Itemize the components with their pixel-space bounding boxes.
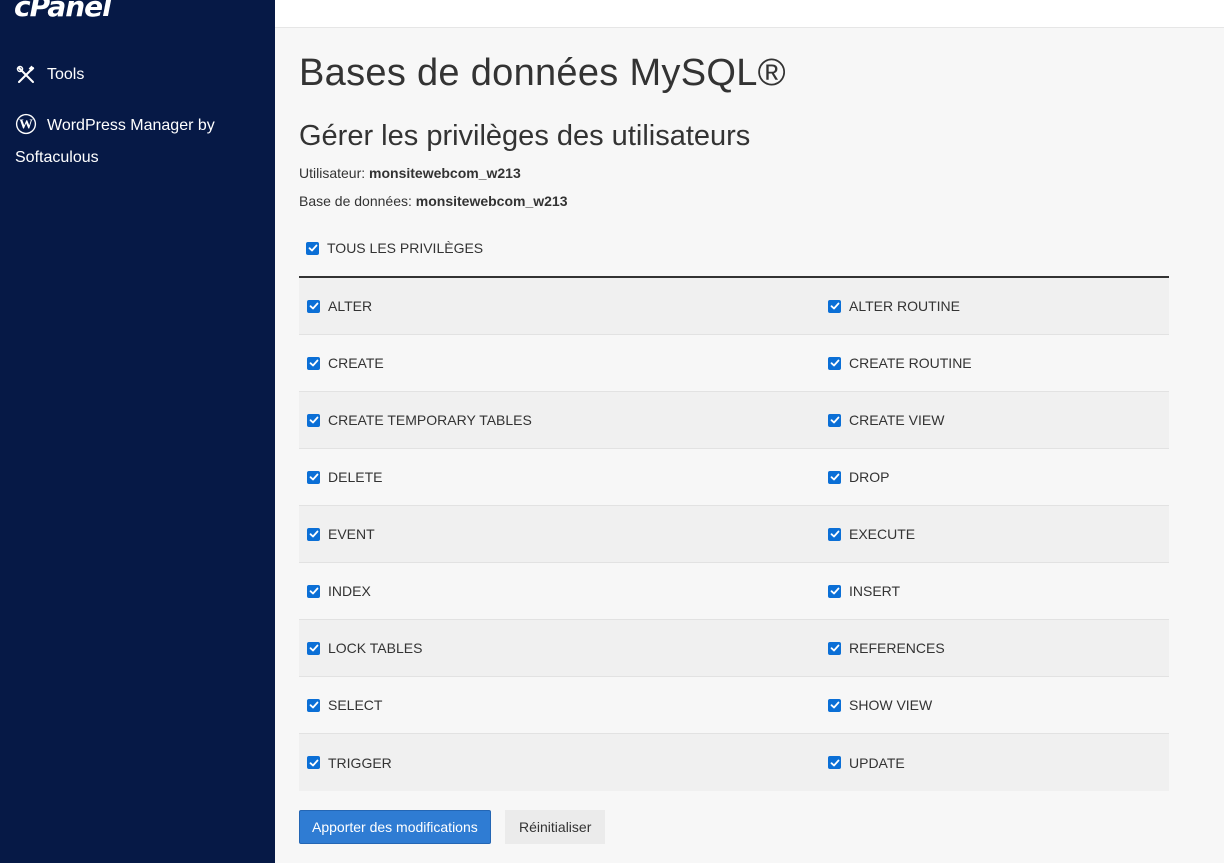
privilege-row: CREATE CREATE ROUTINE <box>299 335 1169 392</box>
privilege-checkbox[interactable]: DELETE <box>299 449 820 505</box>
privilege-row: LOCK TABLES REFERENCES <box>299 620 1169 677</box>
privilege-checkbox[interactable]: UPDATE <box>820 734 1169 791</box>
privilege-checkbox[interactable]: INSERT <box>820 563 1169 619</box>
checkbox-checked-icon[interactable] <box>306 241 319 255</box>
privilege-label: INDEX <box>328 583 371 599</box>
privilege-row: TRIGGER UPDATE <box>299 734 1169 791</box>
all-privileges-label: TOUS LES PRIVILÈGES <box>327 240 484 256</box>
top-bar <box>275 0 1224 28</box>
privilege-checkbox[interactable]: SHOW VIEW <box>820 677 1169 733</box>
user-value: monsitewebcom_w213 <box>369 165 521 181</box>
checkbox-checked-icon[interactable] <box>828 356 841 370</box>
sidebar-wp-text: WordPress Manager by Softaculous <box>15 117 215 166</box>
privilege-label: TRIGGER <box>328 754 392 771</box>
privilege-label: EVENT <box>328 526 375 542</box>
privilege-label: ALTER ROUTINE <box>849 298 960 314</box>
checkbox-checked-icon[interactable] <box>307 356 320 370</box>
sidebar-item-wordpress-manager[interactable]: W WordPress Manager by Softaculous <box>15 110 260 174</box>
privilege-label: REFERENCES <box>849 640 945 656</box>
privilege-checkbox[interactable]: CREATE TEMPORARY TABLES <box>299 392 820 448</box>
wordpress-icon: W <box>15 113 37 135</box>
checkbox-checked-icon[interactable] <box>828 299 841 313</box>
section-title: Gérer les privilèges des utilisateurs <box>299 120 751 152</box>
privilege-label: EXECUTE <box>849 526 916 542</box>
privilege-checkbox[interactable]: CREATE VIEW <box>820 392 1169 448</box>
database-info: Base de données: monsitewebcom_w213 <box>299 193 568 209</box>
privilege-checkbox[interactable]: SELECT <box>299 677 820 733</box>
privilege-checkbox[interactable]: CREATE ROUTINE <box>820 335 1169 391</box>
privilege-row: EVENT EXECUTE <box>299 506 1169 563</box>
reset-button[interactable]: Réinitialiser <box>505 810 606 844</box>
privilege-checkbox[interactable]: REFERENCES <box>820 620 1169 676</box>
privilege-label: DROP <box>849 469 890 485</box>
privilege-checkbox[interactable]: EVENT <box>299 506 820 562</box>
database-value: monsitewebcom_w213 <box>415 193 568 209</box>
checkbox-checked-icon[interactable] <box>307 641 320 655</box>
svg-text:W: W <box>19 117 33 132</box>
privilege-label: LOCK TABLES <box>328 640 423 656</box>
privilege-label: CREATE TEMPORARY TABLES <box>328 412 532 428</box>
privilege-label: SELECT <box>328 697 383 713</box>
privilege-label: DELETE <box>328 469 383 485</box>
checkbox-checked-icon[interactable] <box>828 413 841 427</box>
privilege-label: SHOW VIEW <box>849 697 933 713</box>
privilege-label: CREATE <box>328 355 384 371</box>
sidebar-item-label: W WordPress Manager by Softaculous <box>15 110 260 174</box>
checkbox-checked-icon[interactable] <box>307 413 320 427</box>
page-title: Bases de données MySQL® <box>299 52 786 94</box>
checkbox-checked-icon[interactable] <box>307 527 320 541</box>
user-label: Utilisateur: <box>299 165 366 181</box>
privilege-row: DELETE DROP <box>299 449 1169 506</box>
privilege-checkbox[interactable]: ALTER ROUTINE <box>820 278 1169 334</box>
apply-changes-button[interactable]: Apporter des modifications <box>299 810 491 844</box>
privilege-row: ALTER ALTER ROUTINE <box>299 278 1169 335</box>
privilege-label: UPDATE <box>849 754 905 771</box>
privilege-row: SELECT SHOW VIEW <box>299 677 1169 734</box>
user-info: Utilisateur: monsitewebcom_w213 <box>299 165 521 181</box>
privilege-label: CREATE VIEW <box>849 412 945 428</box>
privilege-label: ALTER <box>328 298 373 314</box>
checkbox-checked-icon[interactable] <box>307 584 320 598</box>
privilege-checkbox[interactable]: INDEX <box>299 563 820 619</box>
sidebar-item-label: Tools <box>47 66 85 83</box>
cpanel-logo[interactable]: cPanel <box>14 0 112 23</box>
privilege-label: CREATE ROUTINE <box>849 355 972 371</box>
checkbox-checked-icon[interactable] <box>828 470 841 484</box>
checkbox-checked-icon[interactable] <box>828 527 841 541</box>
checkbox-checked-icon[interactable] <box>828 756 841 769</box>
privilege-row: INDEX INSERT <box>299 563 1169 620</box>
privilege-checkbox[interactable]: CREATE <box>299 335 820 391</box>
checkbox-checked-icon[interactable] <box>307 756 320 769</box>
checkbox-checked-icon[interactable] <box>307 698 320 712</box>
privilege-checkbox[interactable]: ALTER <box>299 278 820 334</box>
checkbox-checked-icon[interactable] <box>828 641 841 655</box>
privilege-checkbox[interactable]: TRIGGER <box>299 734 820 791</box>
privilege-row: CREATE TEMPORARY TABLES CREATE VIEW <box>299 392 1169 449</box>
database-label: Base de données: <box>299 193 412 209</box>
privilege-checkbox[interactable]: EXECUTE <box>820 506 1169 562</box>
privilege-checkbox[interactable]: DROP <box>820 449 1169 505</box>
checkbox-checked-icon[interactable] <box>307 470 320 484</box>
privilege-checkbox[interactable]: LOCK TABLES <box>299 620 820 676</box>
sidebar-item-tools[interactable]: Tools <box>15 64 84 86</box>
sidebar: cPanel Tools W WordPress Manager by Soft… <box>0 0 275 863</box>
checkbox-checked-icon[interactable] <box>307 299 320 313</box>
all-privileges-checkbox[interactable]: TOUS LES PRIVILÈGES <box>306 240 483 256</box>
tools-icon <box>15 64 37 86</box>
checkbox-checked-icon[interactable] <box>828 584 841 598</box>
privilege-label: INSERT <box>849 583 901 599</box>
checkbox-checked-icon[interactable] <box>828 698 841 712</box>
privileges-table: ALTER ALTER ROUTINE CREATE CREATE ROUTINE CR… <box>299 276 1169 791</box>
